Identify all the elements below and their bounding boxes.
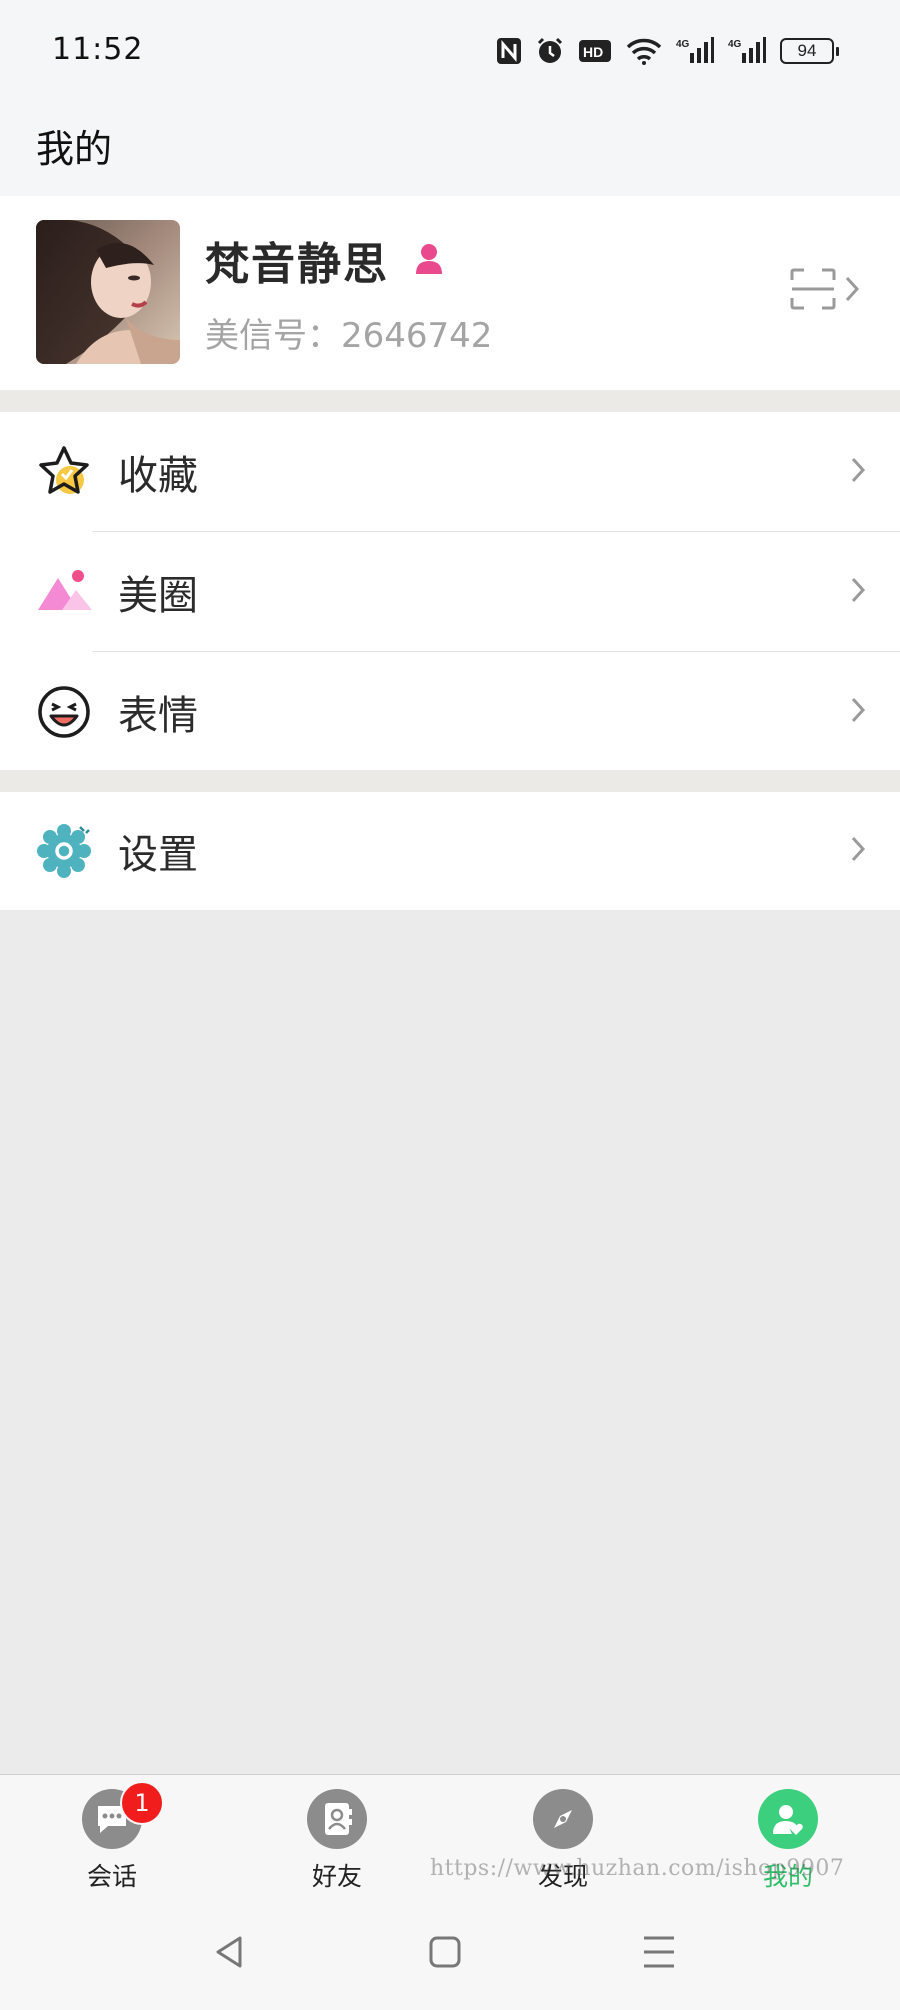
scan-code-icon	[790, 268, 836, 314]
signal-4g-icon: 4G	[728, 37, 766, 65]
contacts-icon	[307, 1789, 367, 1849]
menu-group-settings: 设置	[0, 792, 900, 910]
menu-group-main: 收藏 美圈 表情	[0, 412, 900, 770]
profile-name: 梵音静思	[205, 239, 389, 290]
battery-level: 94	[797, 41, 817, 60]
compass-icon	[533, 1789, 593, 1849]
page-title: 我的	[36, 127, 113, 171]
menu-item-favorites[interactable]: 收藏	[0, 412, 900, 532]
system-nav-bar	[0, 1900, 900, 2010]
menu-item-moments[interactable]: 美圈	[0, 532, 900, 652]
unread-badge: 1	[120, 1781, 164, 1825]
bottom-nav: 1 会话 好友 发现 我的	[0, 1774, 900, 1900]
signal-4g-icon: 4G	[676, 37, 714, 65]
menu-item-label: 美圈	[118, 573, 198, 619]
wifi-icon	[626, 37, 662, 65]
tab-label: 好友	[311, 1862, 362, 1891]
chevron-right-icon	[850, 835, 866, 867]
menu-icon[interactable]	[642, 1934, 676, 1974]
status-icons: HD 4G 4G 94	[496, 34, 839, 68]
chevron-right-icon	[850, 696, 866, 728]
back-icon[interactable]	[212, 1934, 246, 1974]
avatar[interactable]	[36, 220, 180, 364]
chat-icon: 1	[82, 1781, 164, 1849]
status-bar: 11:52 HD 4G 4G 94	[0, 0, 900, 104]
tab-chats[interactable]: 1 会话	[52, 1781, 172, 1895]
emoji-icon	[36, 684, 92, 740]
tab-label: 会话	[86, 1862, 137, 1891]
svg-text:4G: 4G	[728, 39, 742, 50]
tab-friends[interactable]: 好友	[277, 1789, 397, 1895]
star-icon	[36, 444, 92, 500]
hd-voice-icon: HD	[578, 38, 612, 64]
watermark-text: https://www.huzhan.com/ishop9907	[430, 1856, 845, 1881]
moments-icon	[36, 564, 92, 620]
svg-text:4G: 4G	[676, 39, 690, 50]
home-icon[interactable]	[428, 1934, 462, 1974]
profile-id: 美信号：2646742	[205, 316, 493, 356]
status-time: 11:52	[52, 32, 144, 67]
menu-item-label: 表情	[118, 693, 198, 739]
profile-card[interactable]: 梵音静思 美信号：2646742	[0, 196, 900, 390]
chevron-right-icon	[850, 456, 866, 488]
settings-icon	[36, 823, 92, 879]
section-separator	[0, 390, 900, 412]
menu-item-label: 收藏	[118, 453, 198, 499]
chevron-right-icon	[844, 275, 860, 307]
me-icon	[758, 1789, 818, 1849]
chevron-right-icon	[850, 576, 866, 608]
svg-text:HD: HD	[583, 44, 603, 60]
menu-item-stickers[interactable]: 表情	[0, 652, 900, 772]
alarm-icon	[536, 37, 564, 65]
qr-code-button[interactable]	[790, 268, 870, 314]
section-separator	[0, 770, 900, 792]
menu-item-settings[interactable]: 设置	[0, 792, 900, 910]
female-gender-icon	[414, 242, 444, 280]
menu-item-label: 设置	[118, 832, 198, 878]
battery-icon: 94	[780, 38, 839, 64]
nfc-icon	[496, 37, 522, 65]
page-header: 我的	[0, 104, 900, 196]
